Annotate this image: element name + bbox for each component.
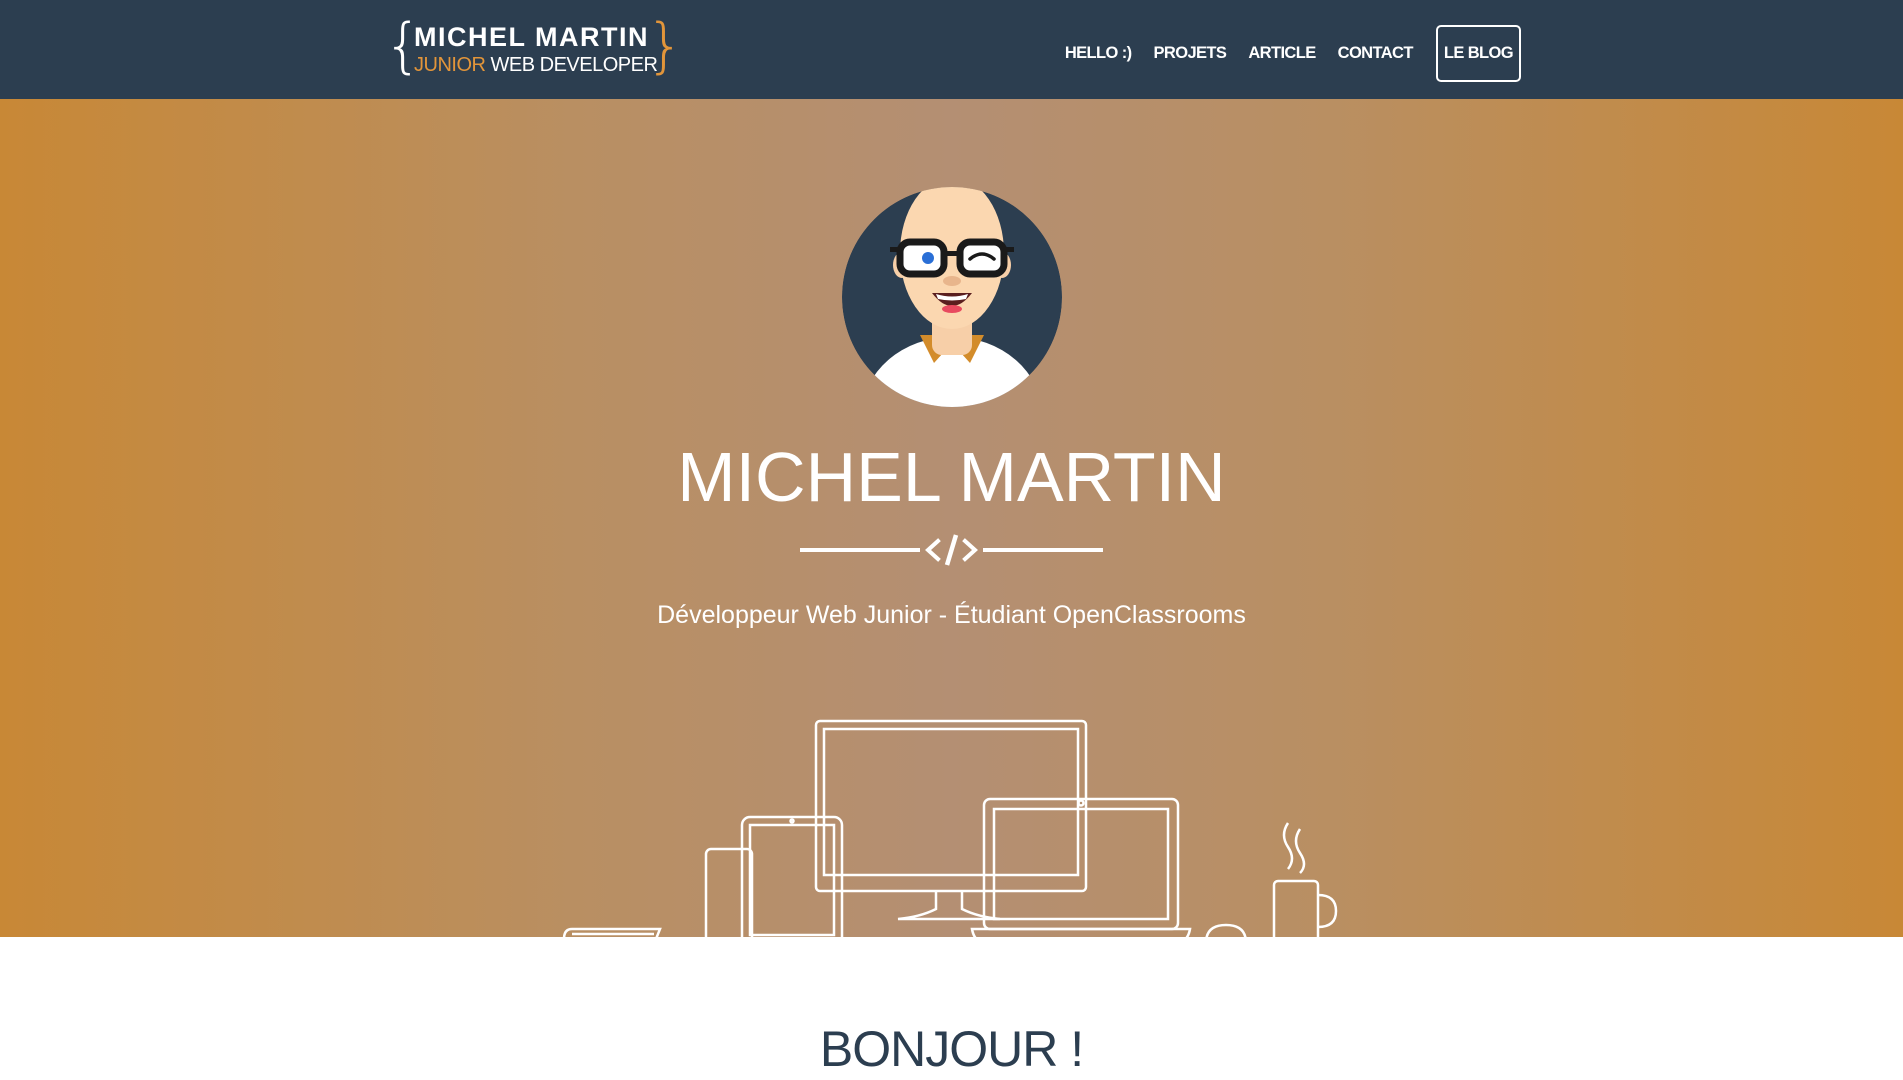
brand-subtitle: JUNIOR WEB DEVELOPER — [414, 54, 658, 77]
mug-icon — [1272, 822, 1338, 937]
hero-section: MICHEL MARTIN Développeur Web Junior - É… — [0, 99, 1903, 937]
mouse-icon — [1205, 923, 1247, 937]
brand-subtitle-accent: JUNIOR — [414, 54, 486, 76]
hero-subtitle: Développeur Web Junior - Étudiant OpenCl… — [657, 601, 1246, 629]
monitor-icon — [814, 719, 1088, 921]
devices-illustration — [562, 719, 1338, 937]
tablet-icon — [740, 815, 844, 937]
laptop-icon — [970, 797, 1192, 937]
navbar: { MICHEL MARTIN JUNIOR WEB DEVELOPER } H… — [0, 0, 1903, 99]
about-title: BONJOUR ! — [819, 1021, 1084, 1077]
nav-link-article[interactable]: ARTICLE — [1237, 44, 1326, 63]
nav-link-projets[interactable]: PROJETS — [1143, 44, 1238, 63]
book-icon — [562, 927, 662, 937]
brand-subtitle-rest: WEB DEVELOPER — [485, 54, 658, 76]
blog-button[interactable]: LE BLOG — [1435, 24, 1521, 82]
hero-title: MICHEL MARTIN — [677, 438, 1226, 516]
brand-name: MICHEL MARTIN — [414, 22, 649, 52]
title-divider — [800, 534, 1103, 566]
phone-icon — [704, 847, 754, 937]
brand-logo[interactable]: { MICHEL MARTIN JUNIOR WEB DEVELOPER } — [384, 16, 684, 77]
nav-link-contact[interactable]: CONTACT — [1327, 44, 1424, 63]
nav-link-hello[interactable]: HELLO :) — [1054, 44, 1143, 63]
code-icon — [925, 534, 978, 566]
nav-menu: HELLO :) PROJETS ARTICLE CONTACT LE BLOG — [1054, 24, 1521, 82]
brace-right: } — [646, 11, 685, 81]
avatar — [842, 187, 1062, 407]
